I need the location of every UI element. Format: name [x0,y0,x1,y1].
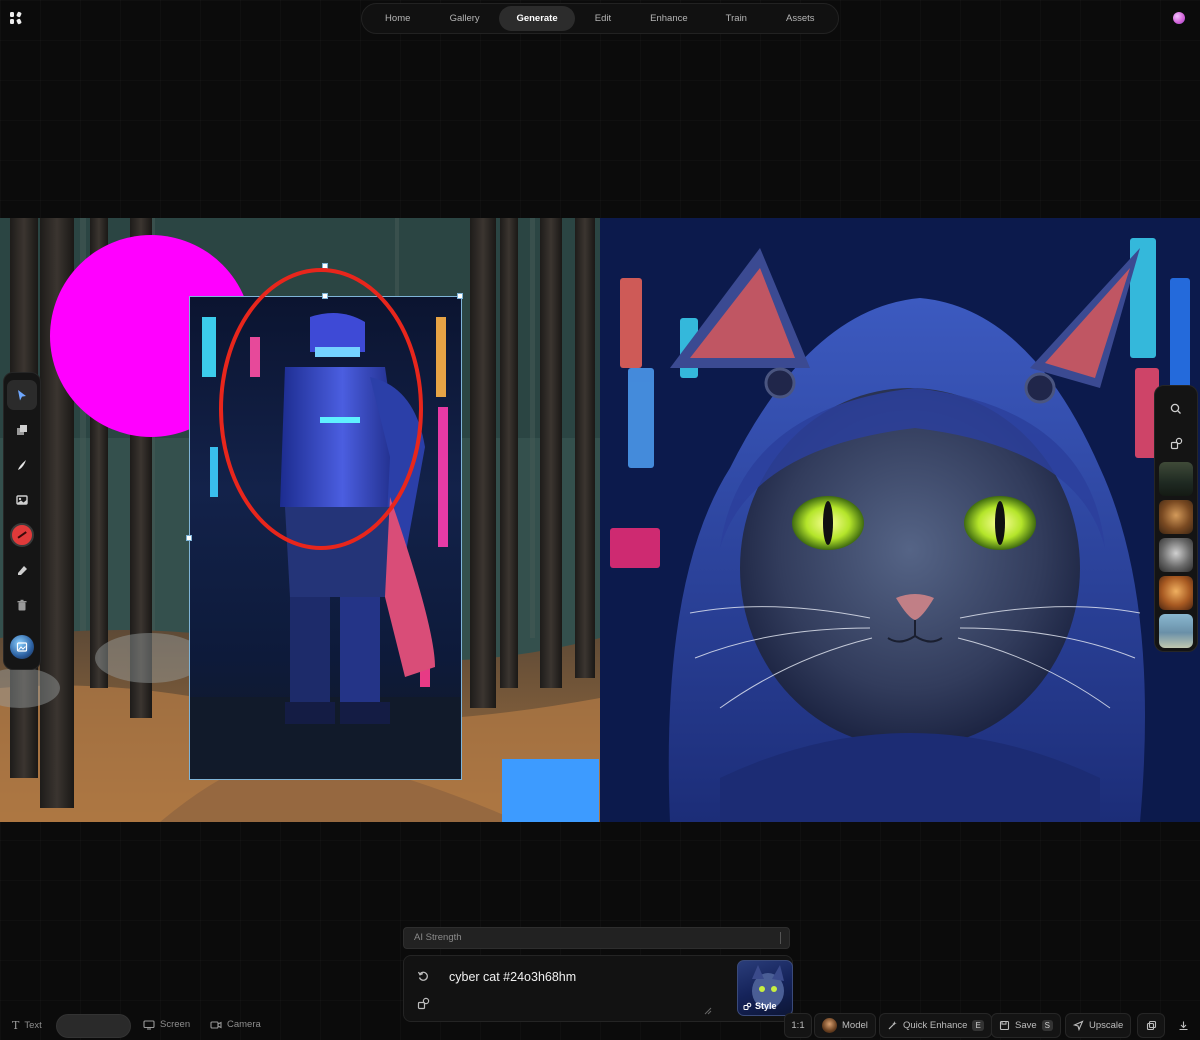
quick-enhance-button[interactable]: Quick Enhance E [879,1013,992,1038]
nav-gallery[interactable]: Gallery [430,6,498,31]
history-thumbnail[interactable] [1159,538,1193,572]
color-picker-icon[interactable] [7,520,37,550]
canvas[interactable] [0,218,1200,822]
screen-mode-button[interactable]: Screen [143,1019,190,1030]
download-icon [1179,1021,1187,1031]
ai-strength-label: AI Strength [414,932,462,943]
reset-icon[interactable] [413,966,433,986]
image-icon[interactable] [7,485,37,515]
prompt-input[interactable]: cyber cat #24o3h68hm [449,970,576,984]
prompt-box: cyber cat #24o3h68hm Style [403,955,793,1022]
style-button[interactable]: Style [737,960,793,1016]
nav-edit[interactable]: Edit [575,6,631,31]
nav-assets[interactable]: Assets [766,6,835,31]
resize-grip-icon[interactable] [704,1007,712,1015]
save-button[interactable]: Save S [991,1013,1061,1038]
user-avatar[interactable] [1173,12,1185,24]
top-navigation: Home Gallery Generate Edit Enhance Train… [361,3,839,34]
layers-icon[interactable] [7,415,37,445]
history-thumbnail[interactable] [1159,462,1193,496]
right-toolbar [1154,385,1198,652]
image-upload-icon[interactable] [7,632,37,662]
shortcut-key: S [1041,1020,1053,1031]
history-thumbnail[interactable] [1159,500,1193,534]
ai-strength-slider[interactable]: AI Strength [403,927,790,949]
nav-train[interactable]: Train [707,6,766,31]
nav-generate[interactable]: Generate [498,6,576,31]
text-icon: T [12,1019,20,1032]
trash-icon[interactable] [7,590,37,620]
camera-icon [210,1020,222,1029]
select-arrow-icon[interactable] [7,379,37,410]
model-button[interactable]: Model [814,1013,876,1038]
shape-style-icon[interactable] [413,993,433,1013]
search-icon[interactable] [1161,394,1191,424]
history-thumbnail[interactable] [1159,614,1193,648]
copy-icon [1146,1020,1156,1031]
copy-button[interactable] [1137,1013,1165,1038]
blue-square-shape[interactable] [502,759,599,822]
brush-icon[interactable] [7,450,37,480]
canvas-mode-toggle[interactable] [56,1014,131,1038]
shape-style-icon[interactable] [1161,428,1191,458]
camera-mode-button[interactable]: Camera [210,1019,261,1030]
shortcut-key: E [972,1020,984,1031]
style-label: Style [743,1001,777,1011]
left-toolbar [3,372,41,670]
sparkle-icon [888,1021,897,1030]
red-ellipse-shape[interactable] [0,218,1200,822]
nav-enhance[interactable]: Enhance [631,6,707,31]
krea-logo-icon[interactable] [9,11,23,25]
aspect-ratio-button[interactable]: 1:1 [784,1013,812,1038]
model-avatar-icon [822,1018,837,1033]
eraser-icon[interactable] [7,555,37,585]
history-thumbnail[interactable] [1159,576,1193,610]
nav-home[interactable]: Home [365,6,430,31]
text-mode-button[interactable]: T Text [12,1019,42,1032]
download-button[interactable] [1169,1013,1197,1038]
upscale-button[interactable]: Upscale [1065,1013,1132,1038]
screen-icon [143,1019,155,1030]
send-icon [1073,1020,1084,1031]
slider-handle[interactable] [780,932,781,944]
save-icon [999,1020,1010,1031]
style-icon [743,1002,752,1010]
